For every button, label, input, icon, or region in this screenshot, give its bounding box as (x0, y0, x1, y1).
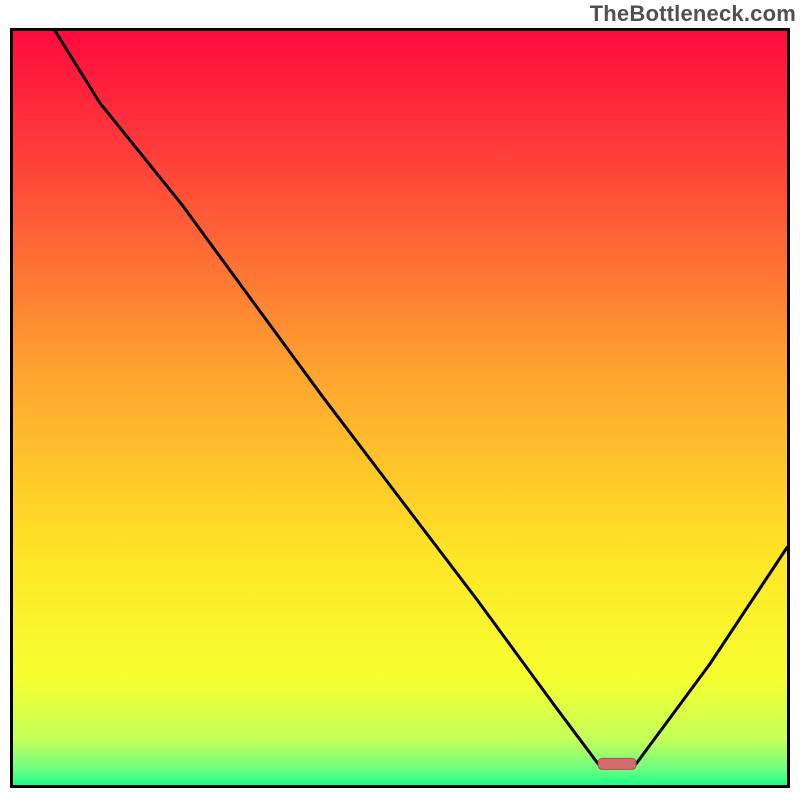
watermark-text: TheBottleneck.com (590, 1, 796, 27)
chart-container: TheBottleneck.com (0, 0, 800, 800)
optimum-marker (598, 758, 636, 769)
chart-svg (13, 31, 787, 785)
plot-frame (10, 28, 790, 788)
gradient-rect (13, 31, 787, 785)
